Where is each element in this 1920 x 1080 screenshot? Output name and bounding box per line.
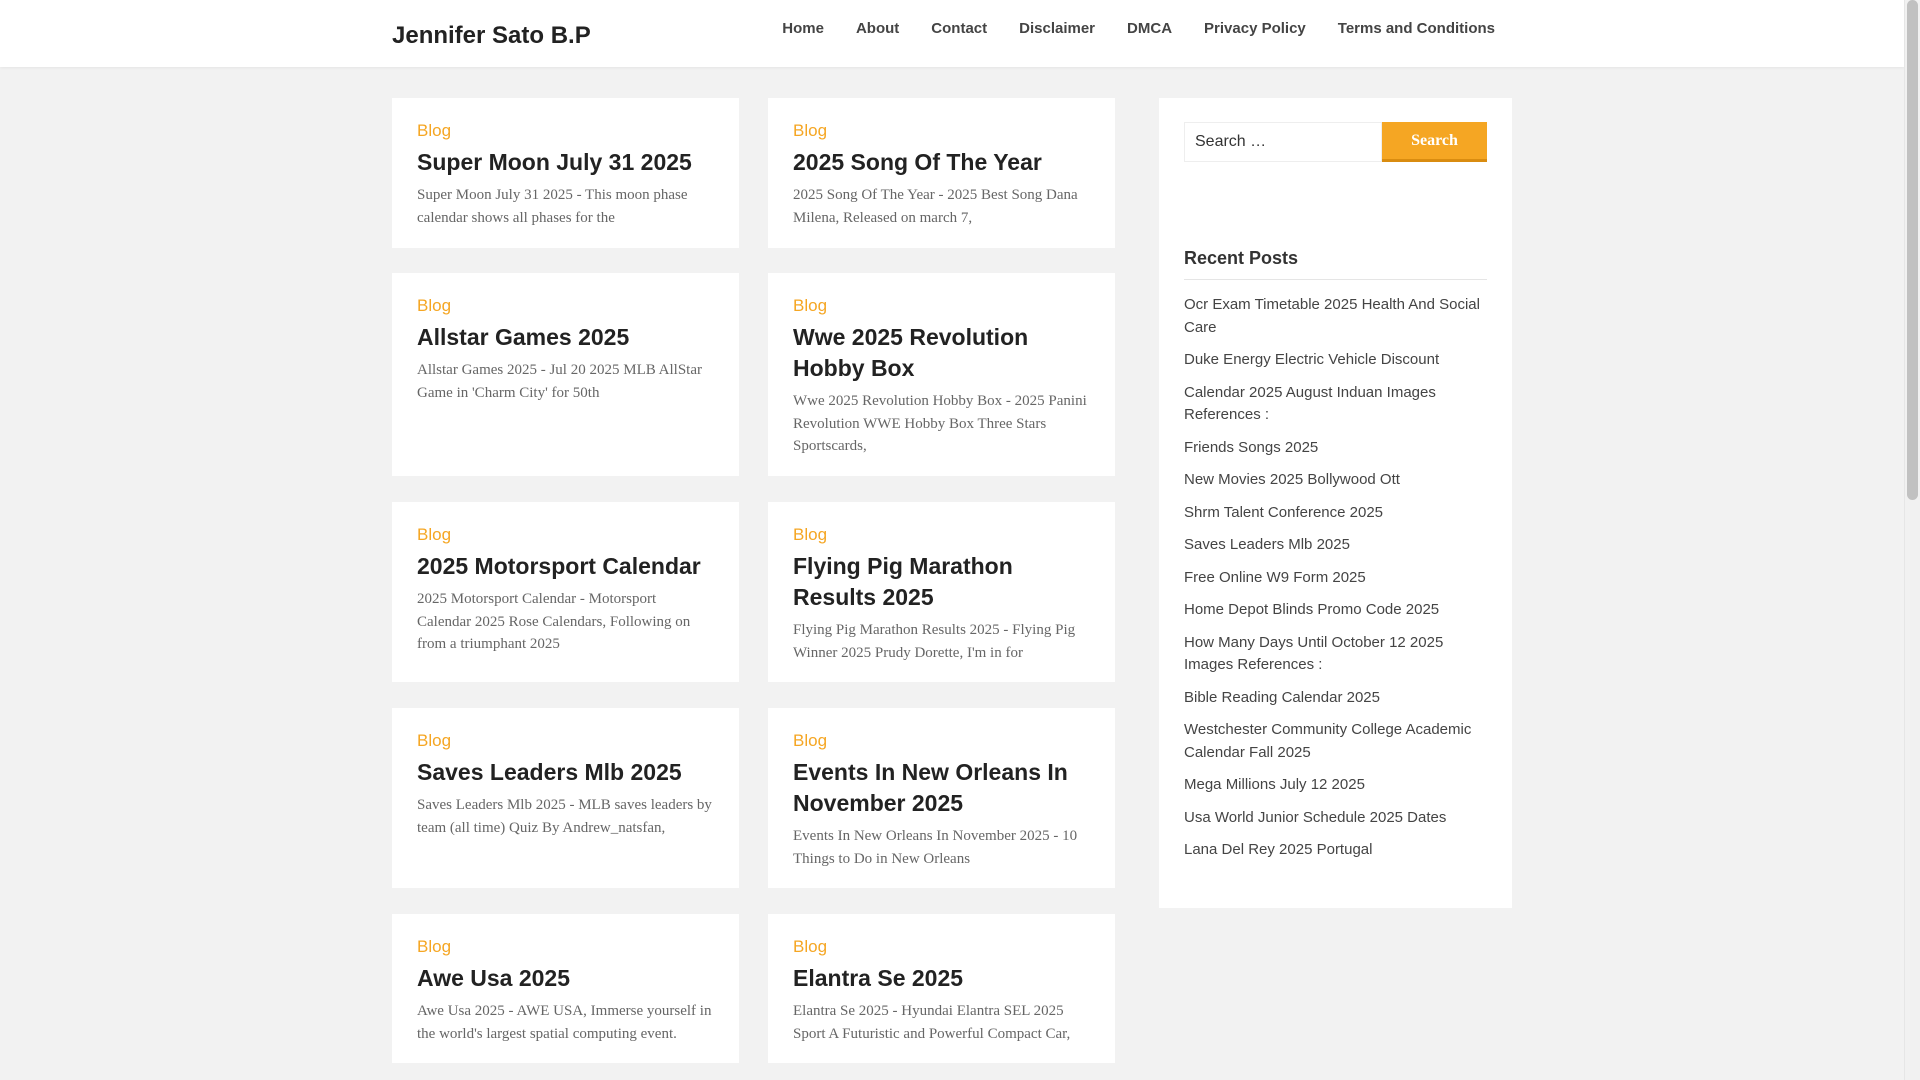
post-title[interactable]: Allstar Games 2025 <box>417 322 714 353</box>
post-category[interactable]: Blog <box>793 121 1090 141</box>
list-item: Calendar 2025 August Induan Images Refer… <box>1184 382 1487 427</box>
recent-posts-heading: Recent Posts <box>1184 248 1487 280</box>
site-title[interactable]: Jennifer Sato B.P <box>392 22 591 50</box>
search-form: Search <box>1184 122 1487 162</box>
list-item: Mega Millions July 12 2025 <box>1184 774 1487 797</box>
post-category[interactable]: Blog <box>793 731 1090 751</box>
post-title[interactable]: Wwe 2025 Revolution Hobby Box <box>793 322 1090 384</box>
scrollbar-thumb[interactable] <box>1907 0 1918 500</box>
recent-post-link[interactable]: Ocr Exam Timetable 2025 Health And Socia… <box>1184 296 1480 336</box>
post-card: Blog Wwe 2025 Revolution Hobby Box Wwe 2… <box>768 273 1115 476</box>
post-card: Blog 2025 Motorsport Calendar 2025 Motor… <box>392 502 739 682</box>
post-title[interactable]: Flying Pig Marathon Results 2025 <box>793 551 1090 613</box>
recent-post-link[interactable]: Usa World Junior Schedule 2025 Dates <box>1184 809 1446 826</box>
post-title[interactable]: Elantra Se 2025 <box>793 963 1090 994</box>
post-category[interactable]: Blog <box>417 731 714 751</box>
recent-post-link[interactable]: Calendar 2025 August Induan Images Refer… <box>1184 384 1436 424</box>
list-item: Bible Reading Calendar 2025 <box>1184 687 1487 710</box>
post-card: Blog Super Moon July 31 2025 Super Moon … <box>392 98 739 248</box>
post-card: Blog Flying Pig Marathon Results 2025 Fl… <box>768 502 1115 682</box>
list-item: Duke Energy Electric Vehicle Discount <box>1184 349 1487 372</box>
post-excerpt: Allstar Games 2025 - Jul 20 2025 MLB All… <box>417 362 702 401</box>
post-excerpt: 2025 Motorsport Calendar - Motorsport Ca… <box>417 591 691 652</box>
list-item: Shrm Talent Conference 2025 <box>1184 502 1487 525</box>
recent-post-link[interactable]: Home Depot Blinds Promo Code 2025 <box>1184 601 1439 618</box>
post-category[interactable]: Blog <box>793 525 1090 545</box>
recent-post-link[interactable]: Saves Leaders Mlb 2025 <box>1184 536 1350 553</box>
search-input[interactable] <box>1184 122 1382 162</box>
post-category[interactable]: Blog <box>417 525 714 545</box>
post-title[interactable]: Saves Leaders Mlb 2025 <box>417 757 714 788</box>
post-excerpt: Events In New Orleans In November 2025 -… <box>793 828 1078 867</box>
post-card: Blog 2025 Song Of The Year 2025 Song Of … <box>768 98 1115 248</box>
post-title[interactable]: Super Moon July 31 2025 <box>417 147 714 178</box>
post-title[interactable]: 2025 Song Of The Year <box>793 147 1090 178</box>
post-excerpt: Wwe 2025 Revolution Hobby Box - 2025 Pan… <box>793 393 1087 454</box>
nav-home[interactable]: Home <box>782 20 824 37</box>
post-category[interactable]: Blog <box>417 937 714 957</box>
list-item: Saves Leaders Mlb 2025 <box>1184 534 1487 557</box>
post-category[interactable]: Blog <box>793 937 1090 957</box>
post-title[interactable]: Awe Usa 2025 <box>417 963 714 994</box>
nav-disclaimer[interactable]: Disclaimer <box>1019 20 1095 37</box>
list-item: Usa World Junior Schedule 2025 Dates <box>1184 807 1487 830</box>
post-title[interactable]: Events In New Orleans In November 2025 <box>793 757 1090 819</box>
list-item: Westchester Community College Academic C… <box>1184 719 1487 764</box>
recent-post-link[interactable]: Lana Del Rey 2025 Portugal <box>1184 841 1372 858</box>
recent-post-link[interactable]: Westchester Community College Academic C… <box>1184 721 1471 761</box>
post-category[interactable]: Blog <box>417 296 714 316</box>
recent-post-link[interactable]: Shrm Talent Conference 2025 <box>1184 504 1383 521</box>
post-card: Blog Elantra Se 2025 Elantra Se 2025 - H… <box>768 914 1115 1063</box>
list-item: Friends Songs 2025 <box>1184 437 1487 460</box>
site-header: Jennifer Sato B.P Home About Contact Dis… <box>0 0 1905 67</box>
recent-post-link[interactable]: Bible Reading Calendar 2025 <box>1184 689 1380 706</box>
main-nav: Home About Contact Disclaimer DMCA Priva… <box>782 20 1495 37</box>
nav-terms[interactable]: Terms and Conditions <box>1338 20 1495 37</box>
list-item: Free Online W9 Form 2025 <box>1184 567 1487 590</box>
post-excerpt: Awe Usa 2025 - AWE USA, Immerse yourself… <box>417 1003 712 1042</box>
post-excerpt: Elantra Se 2025 - Hyundai Elantra SEL 20… <box>793 1003 1071 1042</box>
recent-post-link[interactable]: Free Online W9 Form 2025 <box>1184 569 1366 586</box>
post-category[interactable]: Blog <box>417 121 714 141</box>
post-excerpt: Super Moon July 31 2025 - This moon phas… <box>417 187 688 226</box>
list-item: Ocr Exam Timetable 2025 Health And Socia… <box>1184 294 1487 339</box>
post-excerpt: 2025 Song Of The Year - 2025 Best Song D… <box>793 187 1078 226</box>
list-item: New Movies 2025 Bollywood Ott <box>1184 469 1487 492</box>
sidebar: Search Recent Posts Ocr Exam Timetable 2… <box>1159 98 1512 908</box>
recent-post-link[interactable]: Friends Songs 2025 <box>1184 439 1318 456</box>
nav-contact[interactable]: Contact <box>931 20 987 37</box>
recent-post-link[interactable]: Mega Millions July 12 2025 <box>1184 776 1365 793</box>
nav-privacy-policy[interactable]: Privacy Policy <box>1204 20 1306 37</box>
post-category[interactable]: Blog <box>793 296 1090 316</box>
post-excerpt: Saves Leaders Mlb 2025 - MLB saves leade… <box>417 797 712 836</box>
list-item: Lana Del Rey 2025 Portugal <box>1184 839 1487 862</box>
list-item: How Many Days Until October 12 2025 Imag… <box>1184 632 1487 677</box>
nav-about[interactable]: About <box>856 20 899 37</box>
post-excerpt: Flying Pig Marathon Results 2025 - Flyin… <box>793 622 1076 661</box>
recent-posts-list: Ocr Exam Timetable 2025 Health And Socia… <box>1184 294 1487 862</box>
post-card: Blog Awe Usa 2025 Awe Usa 2025 - AWE USA… <box>392 914 739 1063</box>
post-card: Blog Saves Leaders Mlb 2025 Saves Leader… <box>392 708 739 888</box>
post-card: Blog Allstar Games 2025 Allstar Games 20… <box>392 273 739 476</box>
post-card: Blog Events In New Orleans In November 2… <box>768 708 1115 888</box>
list-item: Home Depot Blinds Promo Code 2025 <box>1184 599 1487 622</box>
post-title[interactable]: 2025 Motorsport Calendar <box>417 551 714 582</box>
recent-post-link[interactable]: How Many Days Until October 12 2025 Imag… <box>1184 634 1443 674</box>
recent-post-link[interactable]: Duke Energy Electric Vehicle Discount <box>1184 351 1439 368</box>
scrollbar[interactable] <box>1904 0 1920 1080</box>
search-button[interactable]: Search <box>1382 122 1487 162</box>
nav-dmca[interactable]: DMCA <box>1127 20 1172 37</box>
recent-post-link[interactable]: New Movies 2025 Bollywood Ott <box>1184 471 1400 488</box>
